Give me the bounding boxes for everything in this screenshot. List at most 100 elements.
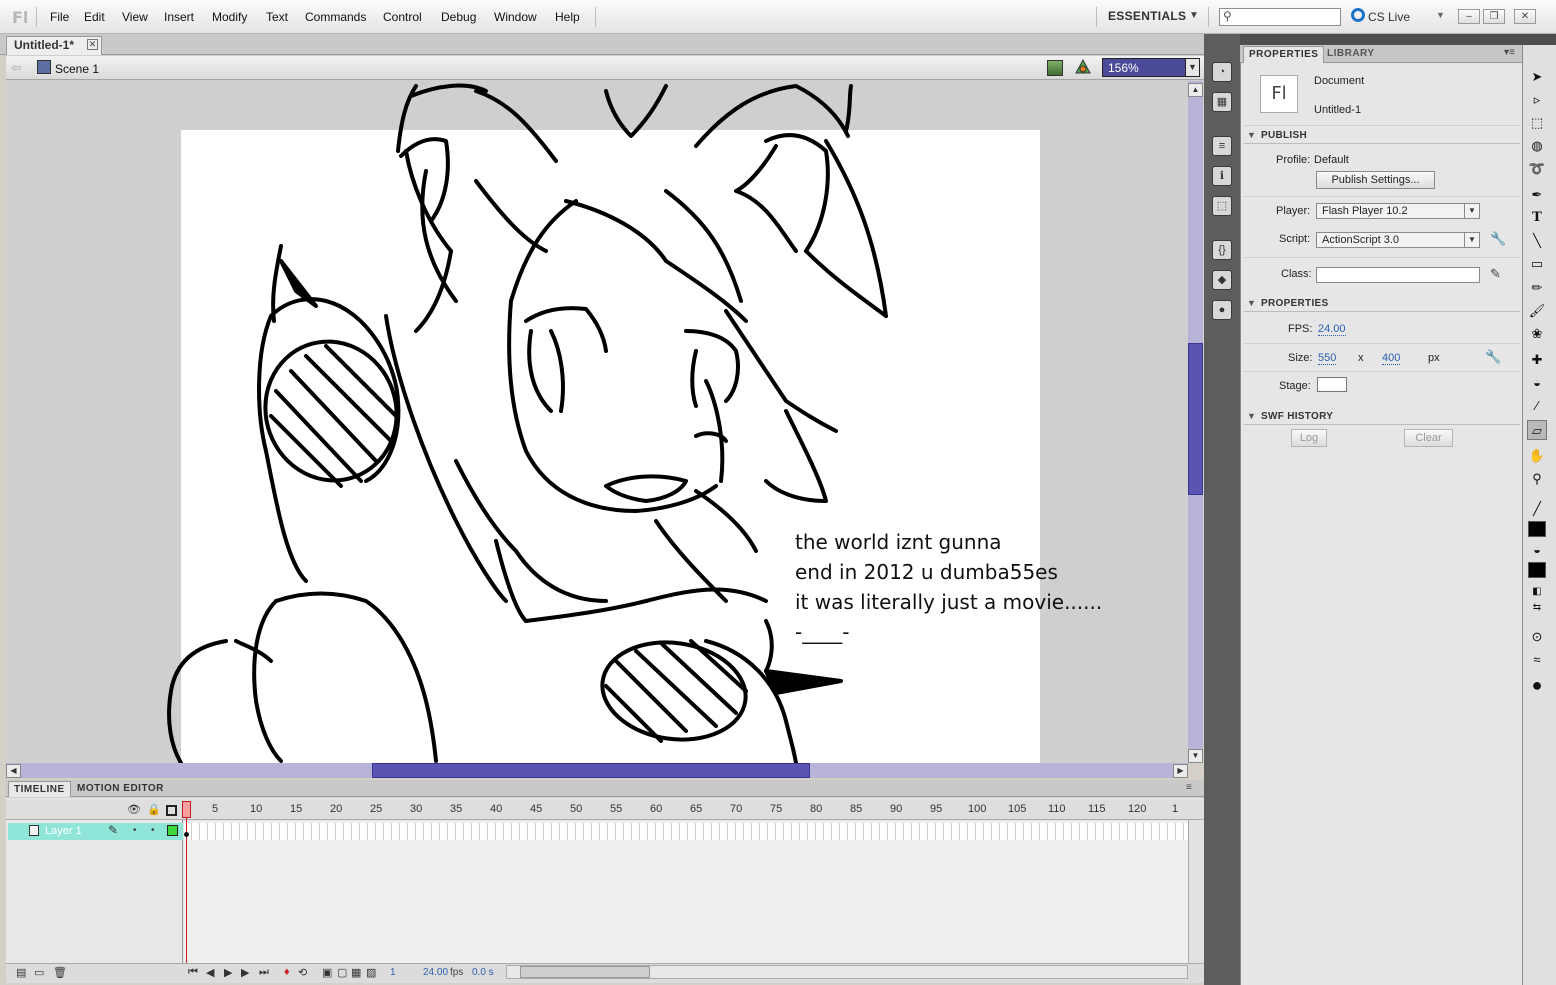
- visibility-dot-icon[interactable]: •: [133, 825, 137, 836]
- go-to-last-frame-icon[interactable]: ⏭: [259, 966, 269, 979]
- loop-icon[interactable]: ⟲: [298, 966, 307, 979]
- scroll-left-arrow-icon[interactable]: ◀: [6, 764, 21, 778]
- timeline-horizontal-scroll-thumb[interactable]: [520, 966, 650, 978]
- wrench-icon[interactable]: 🔧: [1490, 231, 1506, 247]
- onion-skin-outlines-icon[interactable]: ▢: [337, 966, 347, 979]
- eye-icon[interactable]: 👁: [127, 803, 141, 816]
- pencil-icon[interactable]: ✏: [1527, 278, 1547, 298]
- align-panel-icon[interactable]: ≡: [1212, 136, 1232, 156]
- frame-rate[interactable]: 24.00: [423, 967, 448, 978]
- step-forward-icon[interactable]: ▶: [241, 966, 249, 979]
- swap-colors-icon[interactable]: ⇆: [1527, 598, 1547, 618]
- step-back-icon[interactable]: ◀: [206, 966, 214, 979]
- 3d-rotation-icon[interactable]: ◍: [1527, 136, 1547, 156]
- fill-color-icon[interactable]: ◒: [1527, 540, 1547, 560]
- scroll-down-arrow-icon[interactable]: ▼: [1188, 749, 1203, 763]
- menu-edit[interactable]: Edit: [84, 10, 105, 24]
- motion-presets-panel-icon[interactable]: ●: [1212, 300, 1232, 320]
- stage-text-block[interactable]: the world iznt gunna end in 2012 u dumba…: [795, 527, 1102, 647]
- lock-dot-icon[interactable]: •: [151, 825, 155, 836]
- frame-grid[interactable]: [184, 821, 1188, 963]
- layer-name[interactable]: Layer 1: [45, 825, 82, 837]
- lock-icon[interactable]: 🔒: [147, 803, 161, 816]
- player-select[interactable]: Flash Player 10.2: [1316, 203, 1480, 219]
- pencil-icon[interactable]: ✎: [1490, 266, 1501, 282]
- selection-tool-icon[interactable]: ➤: [1527, 67, 1547, 87]
- character-drawing[interactable]: [6, 81, 1188, 763]
- tab-library[interactable]: LIBRARY: [1322, 46, 1380, 63]
- panel-menu-icon[interactable]: ≡: [1186, 782, 1192, 793]
- pasteboard[interactable]: the world iznt gunna end in 2012 u dumba…: [6, 81, 1188, 763]
- restore-button[interactable]: ❐: [1483, 9, 1505, 24]
- layer-frames[interactable]: [184, 823, 1188, 840]
- timeline-vertical-scrollbar[interactable]: [1188, 820, 1203, 963]
- scroll-up-arrow-icon[interactable]: ▲: [1188, 83, 1203, 97]
- eraser-icon[interactable]: ▱: [1527, 420, 1547, 440]
- playhead[interactable]: [182, 801, 191, 818]
- brush-size-icon[interactable]: ●: [1527, 675, 1547, 695]
- help-search-input[interactable]: [1219, 8, 1341, 26]
- chevron-down-icon[interactable]: ▼: [1464, 204, 1479, 218]
- snap-to-objects-icon[interactable]: ⊙: [1527, 627, 1547, 647]
- stage-horizontal-scroll-thumb[interactable]: [372, 763, 810, 778]
- scroll-right-arrow-icon[interactable]: ▶: [1173, 764, 1188, 778]
- color-panel-icon[interactable]: ◔: [1212, 62, 1232, 82]
- class-input[interactable]: [1316, 267, 1480, 283]
- menu-view[interactable]: View: [122, 10, 148, 24]
- menu-file[interactable]: File: [50, 10, 69, 24]
- chevron-down-icon[interactable]: ▼: [1247, 130, 1256, 140]
- keyframe[interactable]: [184, 832, 189, 837]
- fill-color-swatch[interactable]: [1528, 562, 1546, 578]
- publish-settings-button[interactable]: Publish Settings...: [1316, 171, 1435, 189]
- subselection-tool-icon[interactable]: ▹: [1527, 90, 1547, 110]
- chevron-down-icon[interactable]: ▼: [1185, 59, 1199, 76]
- outline-icon[interactable]: [166, 805, 177, 816]
- fps-value[interactable]: 24.00: [1318, 323, 1346, 336]
- menu-debug[interactable]: Debug: [441, 10, 476, 24]
- width-value[interactable]: 550: [1318, 352, 1337, 365]
- menu-commands[interactable]: Commands: [305, 10, 366, 24]
- bone-icon[interactable]: ✚: [1527, 350, 1547, 370]
- workspace-switcher[interactable]: ESSENTIALS: [1108, 9, 1186, 23]
- deco-icon[interactable]: ❀: [1527, 324, 1547, 344]
- chevron-down-icon[interactable]: ▼: [1247, 411, 1256, 421]
- stroke-color-icon[interactable]: ╱: [1527, 499, 1547, 519]
- text-icon[interactable]: T: [1527, 208, 1547, 228]
- chevron-down-icon[interactable]: ▼: [1436, 10, 1445, 20]
- transform-panel-icon[interactable]: ⬚: [1212, 196, 1232, 216]
- back-arrow-icon[interactable]: ⇦: [11, 60, 22, 76]
- stage-color-swatch[interactable]: [1317, 377, 1347, 392]
- menu-window[interactable]: Window: [494, 10, 537, 24]
- info-panel-icon[interactable]: ℹ: [1212, 166, 1232, 186]
- scene-breadcrumb[interactable]: Scene 1: [55, 62, 99, 76]
- free-transform-icon[interactable]: ⬚: [1527, 113, 1547, 133]
- log-button[interactable]: Log: [1291, 429, 1327, 447]
- smooth-icon[interactable]: ≈: [1527, 650, 1547, 670]
- menu-help[interactable]: Help: [555, 10, 580, 24]
- eyedropper-icon[interactable]: ⁄: [1527, 396, 1547, 416]
- new-layer-icon[interactable]: ▤: [16, 966, 26, 979]
- delete-layer-icon[interactable]: 🗑: [53, 966, 67, 979]
- panel-menu-icon[interactable]: ▾≡: [1504, 47, 1515, 58]
- chevron-down-icon[interactable]: ▼: [1189, 10, 1199, 21]
- menu-text[interactable]: Text: [266, 10, 288, 24]
- menu-modify[interactable]: Modify: [212, 10, 247, 24]
- current-frame[interactable]: 1: [390, 967, 396, 978]
- tab-motion-editor[interactable]: MOTION EDITOR: [72, 781, 169, 797]
- menu-insert[interactable]: Insert: [164, 10, 194, 24]
- cslive-button[interactable]: CS Live: [1368, 10, 1410, 24]
- code-snippets-panel-icon[interactable]: {}: [1212, 240, 1232, 260]
- chevron-down-icon[interactable]: ▼: [1247, 298, 1256, 308]
- edit-symbol-icon[interactable]: [1075, 59, 1091, 75]
- menu-control[interactable]: Control: [383, 10, 422, 24]
- pen-icon[interactable]: ✒: [1527, 185, 1547, 205]
- brush-icon[interactable]: 🖌: [1527, 301, 1547, 321]
- modify-onion-markers-icon[interactable]: ▨: [366, 966, 376, 979]
- go-to-first-frame-icon[interactable]: ⏮: [188, 966, 198, 979]
- height-value[interactable]: 400: [1382, 352, 1401, 365]
- stage-vertical-scroll-thumb[interactable]: [1188, 343, 1203, 495]
- zoom-icon[interactable]: ⚲: [1527, 469, 1547, 489]
- hand-icon[interactable]: ✋: [1527, 446, 1547, 466]
- layer-outline-color[interactable]: [167, 825, 178, 836]
- onion-skin-icon[interactable]: ▣: [322, 966, 332, 979]
